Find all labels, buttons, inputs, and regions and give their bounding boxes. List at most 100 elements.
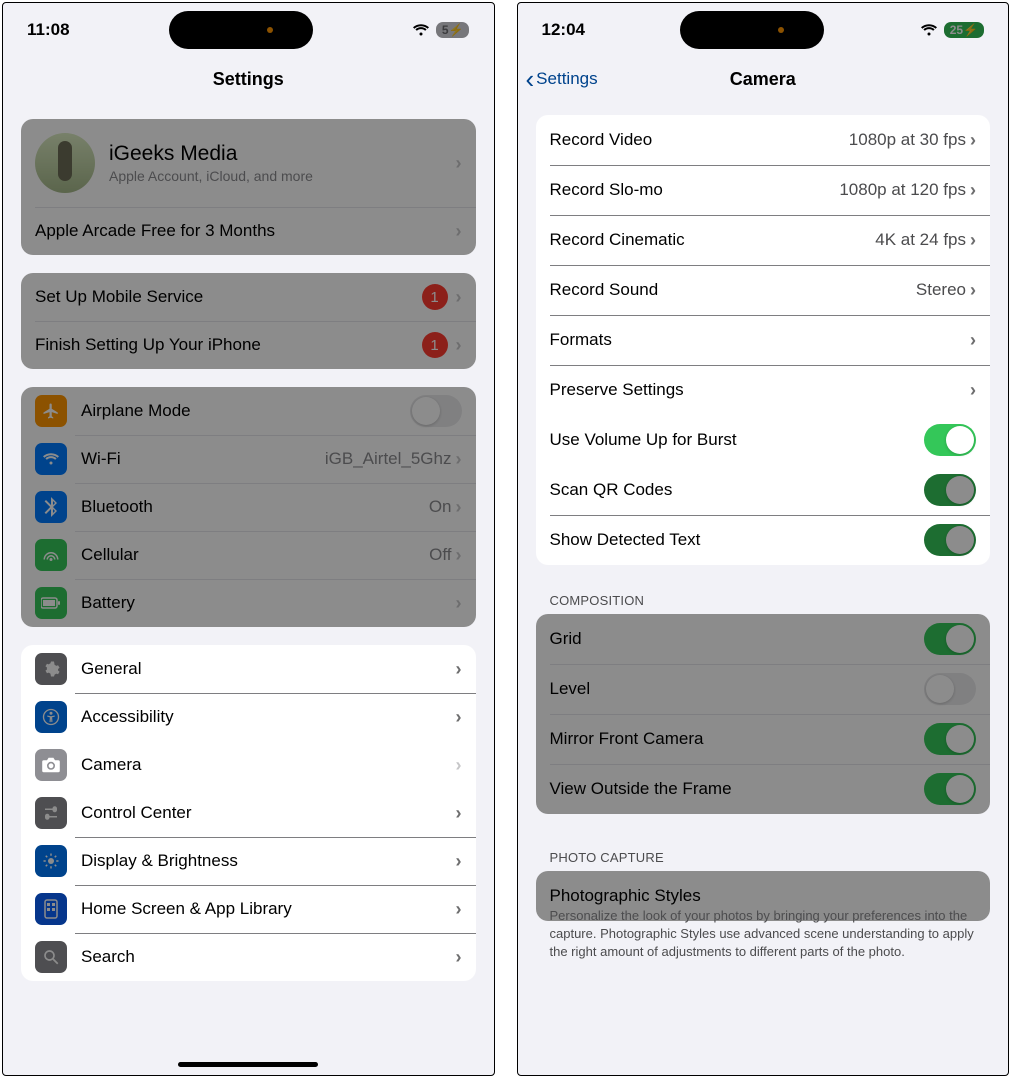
setup-mobile-row[interactable]: Set Up Mobile Service 1 › <box>21 273 476 321</box>
record-video-row[interactable]: Record Video 1080p at 30 fps › <box>536 115 991 165</box>
chevron-right-icon: › <box>456 851 462 872</box>
back-button[interactable]: ‹ Settings <box>526 66 598 92</box>
finish-setup-row[interactable]: Finish Setting Up Your iPhone 1 › <box>21 321 476 369</box>
status-time: 11:08 <box>27 20 70 40</box>
row-label: Camera <box>81 755 456 775</box>
apple-account-row[interactable]: iGeeks Media Apple Account, iCloud, and … <box>21 119 476 207</box>
row-label: Level <box>550 679 925 699</box>
row-label: Use Volume Up for Burst <box>550 430 925 450</box>
avatar <box>35 133 95 193</box>
display-row[interactable]: Display & Brightness › <box>21 837 476 885</box>
account-group: iGeeks Media Apple Account, iCloud, and … <box>21 119 476 255</box>
apple-arcade-row[interactable]: Apple Arcade Free for 3 Months › <box>21 207 476 255</box>
chevron-right-icon: › <box>456 803 462 824</box>
formats-row[interactable]: Formats › <box>536 315 991 365</box>
row-label: Formats <box>550 330 971 350</box>
status-bar: 12:04 25⚡ <box>518 3 1009 57</box>
chevron-right-icon: › <box>456 947 462 968</box>
back-label: Settings <box>536 69 597 89</box>
row-label: Show Detected Text <box>550 530 925 550</box>
row-label: Photographic Styles <box>550 886 977 906</box>
row-label: View Outside the Frame <box>550 779 925 799</box>
row-value: 1080p at 30 fps <box>849 130 966 150</box>
outside-frame-row[interactable]: View Outside the Frame <box>536 764 991 814</box>
account-name: iGeeks Media <box>109 142 456 166</box>
battery-indicator: 5⚡ <box>436 22 470 38</box>
search-row[interactable]: Search › <box>21 933 476 981</box>
outside-toggle[interactable] <box>924 773 976 805</box>
chevron-right-icon: › <box>456 899 462 920</box>
row-label: Bluetooth <box>81 497 429 517</box>
row-label: Accessibility <box>81 707 456 727</box>
airplane-icon <box>35 395 67 427</box>
status-time: 12:04 <box>542 20 585 40</box>
record-group: Record Video 1080p at 30 fps › Record Sl… <box>536 115 991 565</box>
record-cinematic-row[interactable]: Record Cinematic 4K at 24 fps › <box>536 215 991 265</box>
preserve-settings-row[interactable]: Preserve Settings › <box>536 365 991 415</box>
qr-toggle[interactable] <box>924 474 976 506</box>
control-center-icon <box>35 797 67 829</box>
cellular-row[interactable]: Cellular Off › <box>21 531 476 579</box>
chevron-right-icon: › <box>970 130 976 151</box>
camera-row[interactable]: Camera › <box>21 741 476 789</box>
chevron-right-icon: › <box>456 497 462 518</box>
record-slomo-row[interactable]: Record Slo-mo 1080p at 120 fps › <box>536 165 991 215</box>
chevron-right-icon: › <box>970 380 976 401</box>
airplane-toggle[interactable] <box>410 395 462 427</box>
row-label: Cellular <box>81 545 429 565</box>
detect-toggle[interactable] <box>924 524 976 556</box>
cellular-icon <box>35 539 67 571</box>
burst-toggle[interactable] <box>924 424 976 456</box>
dynamic-island <box>680 11 824 49</box>
row-label: Record Slo-mo <box>550 180 840 200</box>
navbar: ‹ Settings Camera <box>518 57 1009 101</box>
bluetooth-icon <box>35 491 67 523</box>
composition-header: Composition <box>536 575 991 614</box>
level-toggle[interactable] <box>924 673 976 705</box>
chevron-right-icon: › <box>456 707 462 728</box>
system-group: General › Accessibility › Camera › <box>21 645 476 981</box>
gear-icon <box>35 653 67 685</box>
row-label: Record Sound <box>550 280 916 300</box>
scan-qr-row[interactable]: Scan QR Codes <box>536 465 991 515</box>
grid-row[interactable]: Grid <box>536 614 991 664</box>
battery-indicator: 25⚡ <box>944 22 984 38</box>
settings-phone: 11:08 5⚡ Settings iGeeks Media Apple Acc… <box>2 2 495 1076</box>
connectivity-group: Airplane Mode Wi-Fi iGB_Airtel_5Ghz › Bl… <box>21 387 476 627</box>
home-screen-row[interactable]: Home Screen & App Library › <box>21 885 476 933</box>
volume-burst-row[interactable]: Use Volume Up for Burst <box>536 415 991 465</box>
bluetooth-row[interactable]: Bluetooth On › <box>21 483 476 531</box>
row-label: Wi-Fi <box>81 449 325 469</box>
page-title: Camera <box>730 69 796 90</box>
row-label: Search <box>81 947 456 967</box>
chevron-right-icon: › <box>456 659 462 680</box>
detected-text-row[interactable]: Show Detected Text <box>536 515 991 565</box>
brightness-icon <box>35 845 67 877</box>
battery-row[interactable]: Battery › <box>21 579 476 627</box>
photo-capture-group: Photographic Styles <box>536 871 991 921</box>
composition-group: Grid Level Mirror Front Camera View Outs… <box>536 614 991 814</box>
page-title: Settings <box>213 69 284 90</box>
control-center-row[interactable]: Control Center › <box>21 789 476 837</box>
level-row[interactable]: Level <box>536 664 991 714</box>
account-sub: Apple Account, iCloud, and more <box>109 168 456 184</box>
airplane-row[interactable]: Airplane Mode <box>21 387 476 435</box>
chevron-right-icon: › <box>456 153 462 174</box>
general-row[interactable]: General › <box>21 645 476 693</box>
photographic-styles-row[interactable]: Photographic Styles <box>536 871 991 921</box>
badge: 1 <box>422 284 448 310</box>
setup-group: Set Up Mobile Service 1 › Finish Setting… <box>21 273 476 369</box>
row-label: Record Cinematic <box>550 230 876 250</box>
record-sound-row[interactable]: Record Sound Stereo › <box>536 265 991 315</box>
wifi-row[interactable]: Wi-Fi iGB_Airtel_5Ghz › <box>21 435 476 483</box>
row-value: 1080p at 120 fps <box>839 180 966 200</box>
row-label: Display & Brightness <box>81 851 456 871</box>
mirror-row[interactable]: Mirror Front Camera <box>536 714 991 764</box>
accessibility-row[interactable]: Accessibility › <box>21 693 476 741</box>
chevron-right-icon: › <box>456 449 462 470</box>
grid-toggle[interactable] <box>924 623 976 655</box>
home-indicator <box>178 1062 318 1067</box>
row-label: Home Screen & App Library <box>81 899 456 919</box>
chevron-right-icon: › <box>970 180 976 201</box>
mirror-toggle[interactable] <box>924 723 976 755</box>
